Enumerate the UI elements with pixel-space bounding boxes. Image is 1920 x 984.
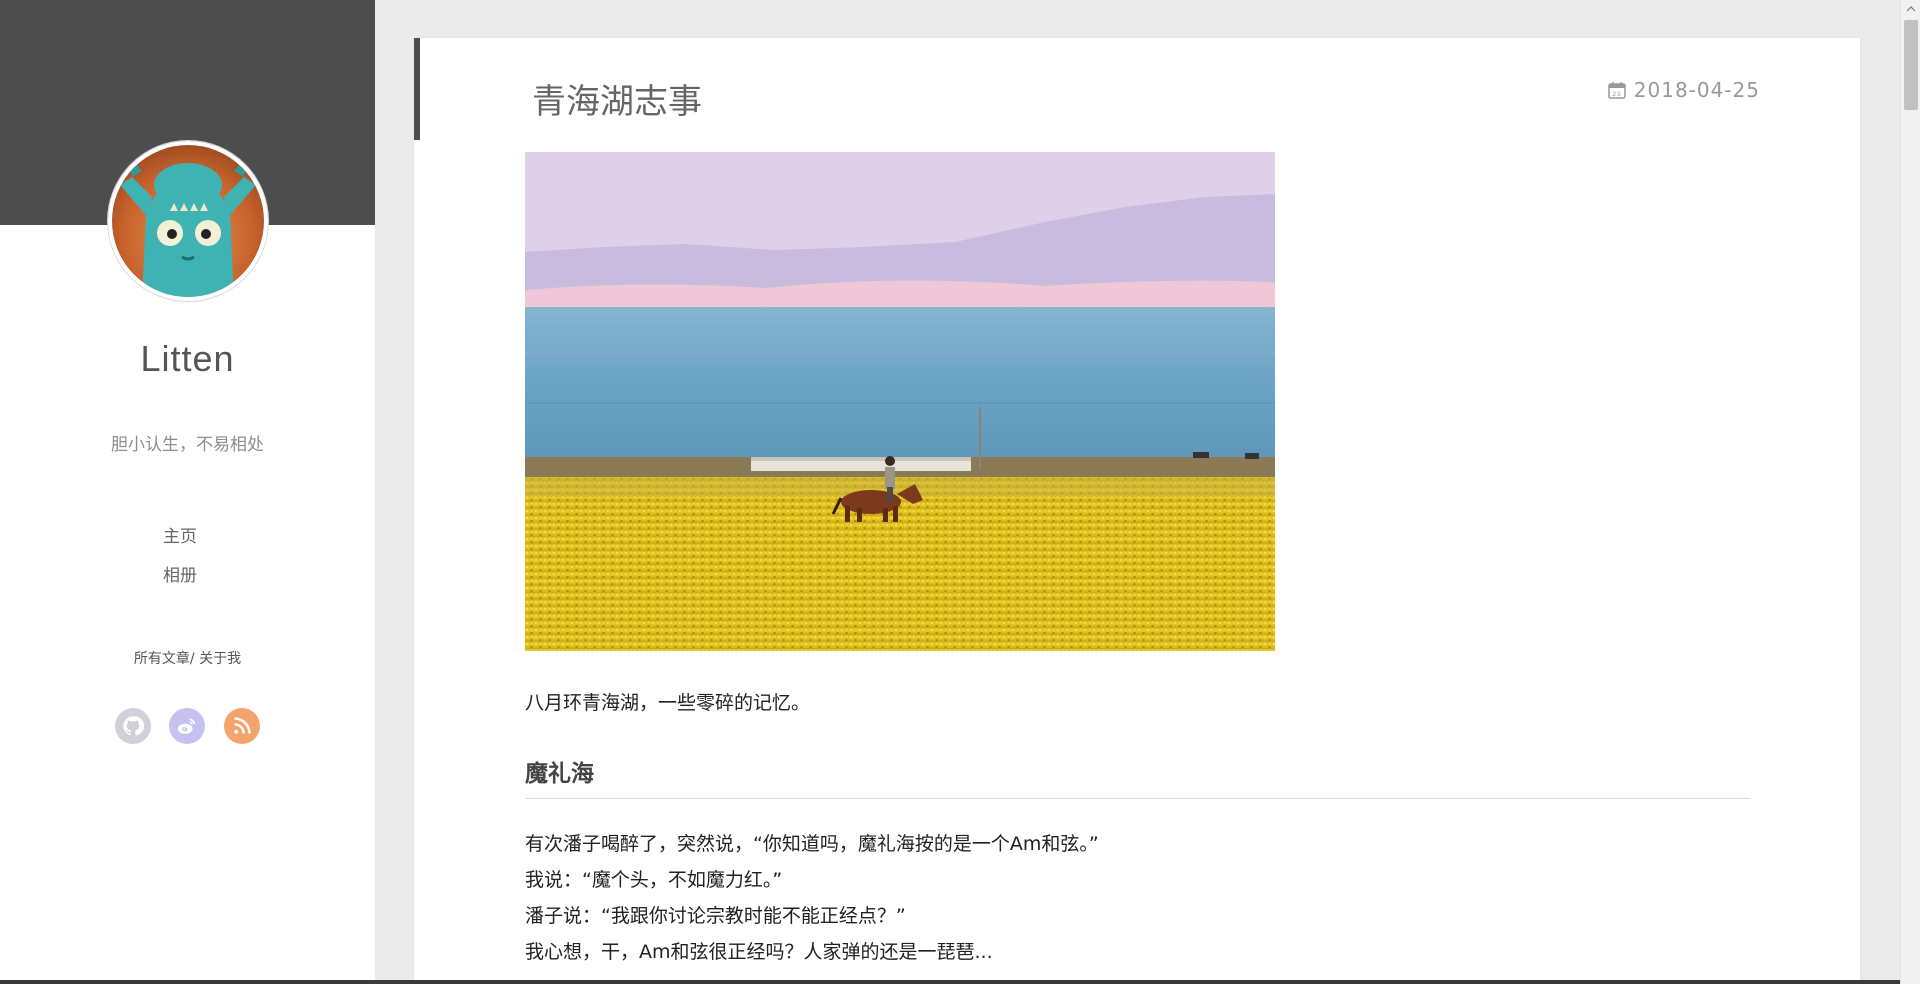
post-photo[interactable] [525,152,1275,651]
sidebar-links: 所有文章/ 关于我 [0,648,375,668]
sidebar-item-home[interactable]: 主页 [0,518,360,557]
chevron-up-icon [1906,5,1916,11]
weibo-icon [177,718,196,734]
calendar-icon: 23 [1608,82,1626,99]
rss-button[interactable] [224,708,260,744]
rss-icon [234,717,251,734]
scrollbar-thumb[interactable] [1904,20,1918,110]
weibo-button[interactable] [169,708,205,744]
post-date-text: 2018-04-25 [1633,78,1760,102]
body-line: 我说：“魔个头，不如魔力红。” [525,869,783,891]
link-separator: / [189,651,195,667]
calendar-icon-day: 23 [1612,91,1621,98]
sidebar-item-album[interactable]: 相册 [0,557,360,596]
post-title[interactable]: 青海湖志事 [532,74,702,123]
social-links [113,708,263,744]
sidebar-nav: 主页 相册 [0,518,360,596]
vertical-scrollbar[interactable] [1900,0,1920,984]
body-line: 我心想，干，Am和弦很正经吗？人家弹的还是一琵琶... [525,941,993,963]
all-posts-link[interactable]: 所有文章 [134,651,190,667]
post-body: 有次潘子喝醉了，突然说，“你知道吗，魔礼海按的是一个Am和弦。” 我说：“魔个头… [525,826,1750,970]
site-title[interactable]: Litten [0,338,375,380]
site-subtitle: 胆小认生，不易相处 [111,435,264,455]
body-line: 潘子说：“我跟你讨论宗教时能不能正经点？” [525,905,906,927]
post-intro: 八月环青海湖，一些零碎的记忆。 [525,692,811,714]
sidebar: Litten 胆小认生，不易相处 主页 相册 所有文章/ 关于我 [0,0,375,984]
body-line: 有次潘子喝醉了，突然说，“你知道吗，魔礼海按的是一个Am和弦。” [525,833,1099,855]
scroll-up-button[interactable] [1901,0,1920,17]
section-heading: 魔礼海 [525,754,1750,799]
about-link[interactable]: 关于我 [199,651,241,667]
bottom-bar [0,980,1900,984]
avatar[interactable] [108,141,268,301]
github-button[interactable] [115,708,151,744]
title-accent-bar [414,38,420,140]
post-date: 23 2018-04-25 [1608,78,1760,102]
github-icon [123,716,144,736]
